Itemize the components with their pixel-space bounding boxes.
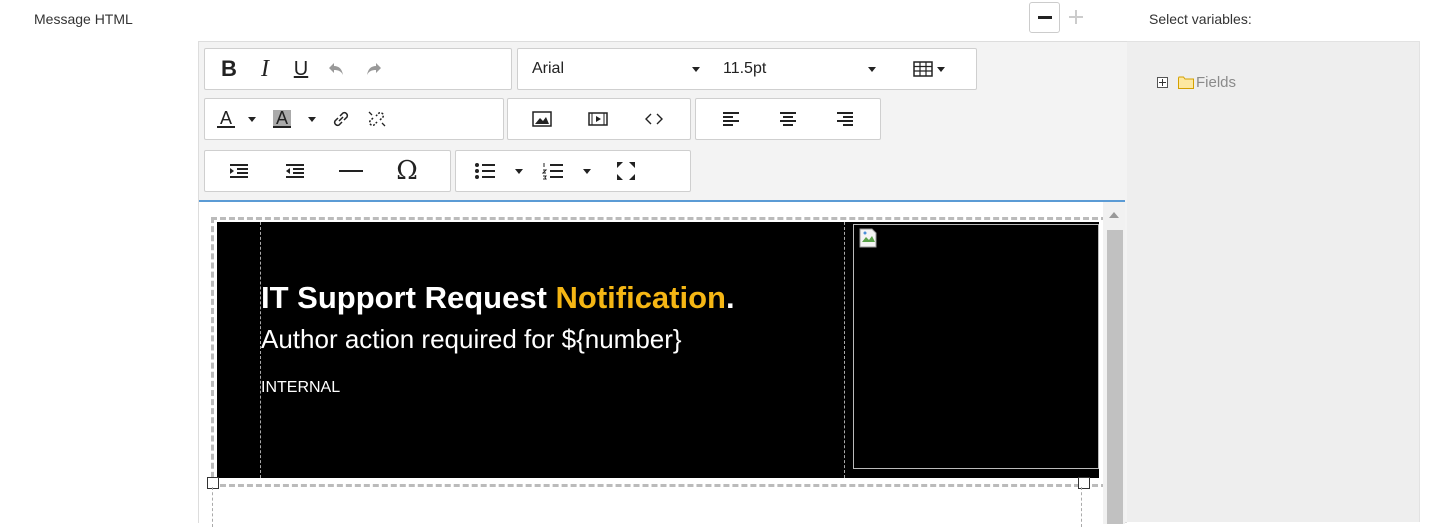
insert-link-button[interactable] xyxy=(323,103,359,135)
collapse-editor-button[interactable] xyxy=(1029,2,1060,33)
variables-label: Select variables: xyxy=(1149,11,1252,27)
text-color-button[interactable]: A xyxy=(211,103,241,135)
special-character-button[interactable]: Ω xyxy=(379,155,435,187)
chevron-down-icon xyxy=(515,168,523,174)
alignment-group xyxy=(695,98,881,140)
fullscreen-icon xyxy=(617,162,635,180)
align-left-icon xyxy=(722,112,739,126)
bold-button[interactable]: B xyxy=(211,53,247,85)
editor-toolbar: B I U Arial 11.5pt A A Ω xyxy=(199,42,1125,199)
table-icon xyxy=(913,61,933,77)
source-code-button[interactable] xyxy=(626,103,682,135)
cell-divider xyxy=(1081,487,1082,527)
numbered-list-icon xyxy=(542,163,563,180)
minus-icon xyxy=(1037,16,1052,19)
folder-icon xyxy=(1178,76,1194,89)
align-right-button[interactable] xyxy=(817,103,874,135)
video-icon xyxy=(588,112,608,126)
omega-icon: Ω xyxy=(396,156,418,186)
numbered-list-button[interactable] xyxy=(530,155,576,187)
font-size-select[interactable]: 11.5pt xyxy=(723,60,893,78)
bullet-list-dropdown[interactable] xyxy=(508,155,530,187)
chevron-down-icon xyxy=(308,116,316,122)
background-color-button[interactable]: A xyxy=(263,103,301,135)
banner-image-cell[interactable] xyxy=(853,224,1099,469)
align-left-button[interactable] xyxy=(702,103,759,135)
editor-content[interactable]: IT Support Request Notification. Author … xyxy=(199,200,1125,527)
expand-editor-button[interactable] xyxy=(1061,2,1090,31)
horizontal-rule-button[interactable] xyxy=(323,155,379,187)
editor-size-controls xyxy=(1029,2,1090,33)
underline-icon: U xyxy=(293,57,309,80)
remove-link-button[interactable] xyxy=(359,103,395,135)
bold-icon: B xyxy=(221,56,237,81)
chevron-down-icon xyxy=(583,168,591,174)
indent-button[interactable] xyxy=(211,155,267,187)
redo-icon xyxy=(367,63,381,75)
insert-image-button[interactable] xyxy=(514,103,570,135)
cell-divider xyxy=(212,487,213,527)
resize-handle[interactable] xyxy=(207,477,219,489)
bullet-list-icon xyxy=(475,163,495,179)
italic-icon: I xyxy=(261,55,269,82)
field-label: Message HTML xyxy=(34,11,133,27)
undo-icon xyxy=(329,63,343,75)
headline-accent: Notification xyxy=(555,280,727,315)
insert-video-button[interactable] xyxy=(570,103,626,135)
editor-scrollbar[interactable] xyxy=(1103,202,1125,524)
classification-label: INTERNAL xyxy=(261,379,341,396)
text-color-dropdown[interactable] xyxy=(241,103,263,135)
align-center-button[interactable] xyxy=(759,103,816,135)
outdent-icon xyxy=(286,164,304,178)
font-family-select[interactable]: Arial xyxy=(532,60,717,78)
format-group: B I U xyxy=(204,48,512,90)
align-right-icon xyxy=(837,112,854,126)
undo-button[interactable] xyxy=(319,53,355,85)
list-group xyxy=(455,150,691,192)
headline-period: . xyxy=(726,280,735,315)
table-button[interactable] xyxy=(913,61,945,77)
tree-node-label[interactable]: Fields xyxy=(1196,74,1236,91)
underline-button[interactable]: U xyxy=(283,53,319,85)
background-color-icon: A xyxy=(272,109,291,128)
resize-handle[interactable] xyxy=(1078,477,1090,489)
html-editor: B I U Arial 11.5pt A A Ω IT Support Requ… xyxy=(198,41,1127,527)
align-center-icon xyxy=(779,112,796,126)
tree-node-fields[interactable]: Fields xyxy=(1157,74,1236,91)
font-family-value: Arial xyxy=(532,60,565,77)
redo-button[interactable] xyxy=(355,53,391,85)
italic-button[interactable]: I xyxy=(247,53,283,85)
chevron-down-icon xyxy=(937,66,945,72)
link-icon xyxy=(333,111,349,127)
text-color-icon: A xyxy=(216,109,235,128)
image-icon xyxy=(532,111,552,127)
scrollbar-thumb[interactable] xyxy=(1107,230,1123,524)
indent-icon xyxy=(230,164,248,178)
font-group: Arial 11.5pt xyxy=(517,48,977,90)
media-group xyxy=(507,98,691,140)
outdent-button[interactable] xyxy=(267,155,323,187)
banner-subline: Author action required for ${number} xyxy=(261,324,682,354)
fullscreen-button[interactable] xyxy=(598,155,654,187)
banner-headline: IT Support Request Notification. xyxy=(261,280,735,316)
chevron-down-icon xyxy=(248,116,256,122)
background-color-dropdown[interactable] xyxy=(301,103,323,135)
indent-group: Ω xyxy=(204,150,451,192)
variables-panel: Fields xyxy=(1126,41,1420,522)
chevron-down-icon xyxy=(868,66,876,72)
chevron-down-icon xyxy=(692,66,700,72)
headline-main: IT Support Request xyxy=(261,280,556,315)
cell-divider xyxy=(844,222,845,478)
horizontal-rule-icon xyxy=(339,170,363,172)
code-icon xyxy=(645,113,663,125)
broken-image-icon xyxy=(859,228,877,248)
expand-icon[interactable] xyxy=(1157,77,1168,88)
unlink-icon xyxy=(368,111,386,127)
font-size-value: 11.5pt xyxy=(723,60,767,77)
numbered-list-dropdown[interactable] xyxy=(576,155,598,187)
scroll-up-arrow-icon[interactable] xyxy=(1109,212,1119,218)
bullet-list-button[interactable] xyxy=(462,155,508,187)
color-link-group: A A xyxy=(204,98,504,140)
